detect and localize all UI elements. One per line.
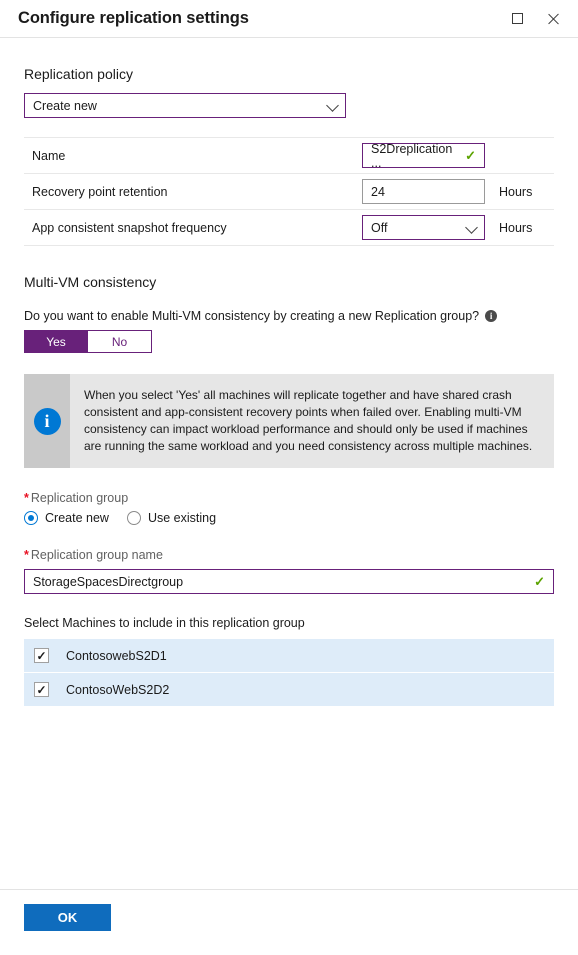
radio-use-existing-indicator	[127, 511, 141, 525]
app-consistent-snapshot-select[interactable]: Off	[362, 215, 485, 240]
check-icon: ✓	[36, 650, 46, 662]
valid-check-icon: ✓	[534, 575, 545, 588]
recovery-point-retention-label: Recovery point retention	[24, 174, 362, 210]
valid-check-icon: ✓	[465, 149, 476, 162]
recovery-point-retention-field-cell: 24	[362, 174, 489, 210]
blade-content: Replication policy Create new Name S2Dre…	[0, 38, 578, 889]
blade-footer: OK	[0, 889, 578, 955]
app-consistent-snapshot-label: App consistent snapshot frequency	[24, 210, 362, 246]
multi-vm-consistency-heading: Multi-VM consistency	[24, 273, 554, 291]
replication-group-name-label: *Replication group name	[24, 548, 554, 562]
radio-create-new-indicator	[24, 511, 38, 525]
radio-create-new-label: Create new	[45, 511, 109, 525]
replication-policy-select[interactable]: Create new	[24, 93, 346, 118]
ok-button[interactable]: OK	[24, 904, 111, 931]
radio-use-existing[interactable]: Use existing	[127, 511, 216, 525]
chevron-down-icon	[326, 99, 339, 112]
replication-policy-value: Create new	[33, 99, 97, 113]
machine-name: ContosoWebS2D2	[66, 683, 169, 697]
list-item[interactable]: ✓ ContosoWebS2D2	[24, 673, 554, 706]
multi-vm-toggle[interactable]: Yes No	[24, 330, 152, 353]
replication-group-label-text: Replication group	[31, 491, 128, 505]
machine-name: ContosowebS2D1	[66, 649, 167, 663]
replication-group-name-input[interactable]: StorageSpacesDirectgroup ✓	[24, 569, 554, 594]
radio-use-existing-label: Use existing	[148, 511, 216, 525]
configure-replication-settings-blade: Configure replication settings Replicati…	[0, 0, 578, 955]
title-bar: Configure replication settings	[0, 0, 578, 38]
info-banner-text: When you select 'Yes' all machines will …	[70, 374, 554, 468]
replication-policy-heading: Replication policy	[24, 65, 554, 83]
list-item[interactable]: ✓ ContosowebS2D1	[24, 639, 554, 673]
required-marker: *	[24, 491, 29, 505]
policy-name-label: Name	[24, 138, 362, 174]
recovery-point-retention-value: 24	[371, 185, 385, 199]
radio-create-new[interactable]: Create new	[24, 511, 109, 525]
close-icon	[546, 12, 560, 26]
app-consistent-snapshot-value: Off	[371, 221, 387, 235]
table-row: App consistent snapshot frequency Off Ho…	[24, 210, 554, 246]
maximize-button[interactable]	[506, 8, 528, 30]
multi-vm-question-text: Do you want to enable Multi-VM consisten…	[24, 309, 479, 323]
machine-checkbox[interactable]: ✓	[34, 648, 49, 663]
check-icon: ✓	[36, 684, 46, 696]
machines-list: ✓ ContosowebS2D1 ✓ ContosoWebS2D2	[24, 639, 554, 706]
policy-name-field-cell: S2Dreplication ... ✓	[362, 138, 489, 174]
app-consistent-snapshot-field-cell: Off	[362, 210, 489, 246]
chevron-down-icon	[465, 221, 478, 234]
window-controls	[506, 8, 564, 30]
policy-name-unit	[489, 138, 554, 174]
replication-group-name-value: StorageSpacesDirectgroup	[33, 575, 183, 589]
table-row: Name S2Dreplication ... ✓	[24, 138, 554, 174]
required-marker: *	[24, 548, 29, 562]
policy-name-value: S2Dreplication ...	[371, 142, 465, 170]
maximize-icon	[512, 13, 523, 24]
replication-group-label: *Replication group	[24, 491, 554, 505]
info-banner: i When you select 'Yes' all machines wil…	[24, 374, 554, 468]
info-banner-icon-panel: i	[24, 374, 70, 468]
multi-vm-question: Do you want to enable Multi-VM consisten…	[24, 309, 554, 323]
multi-vm-toggle-yes[interactable]: Yes	[24, 330, 88, 353]
page-title: Configure replication settings	[18, 9, 506, 28]
multi-vm-toggle-no[interactable]: No	[88, 330, 152, 353]
app-consistent-snapshot-unit: Hours	[489, 210, 554, 246]
replication-group-options: Create new Use existing	[24, 511, 554, 525]
recovery-point-retention-input[interactable]: 24	[362, 179, 485, 204]
info-icon[interactable]: i	[485, 310, 497, 322]
close-button[interactable]	[542, 8, 564, 30]
machines-list-label: Select Machines to include in this repli…	[24, 616, 554, 630]
policy-name-input[interactable]: S2Dreplication ... ✓	[362, 143, 485, 168]
policy-settings-table: Name S2Dreplication ... ✓ Recovery point…	[24, 137, 554, 246]
table-row: Recovery point retention 24 Hours	[24, 174, 554, 210]
recovery-point-retention-unit: Hours	[489, 174, 554, 210]
info-circle-icon: i	[34, 408, 61, 435]
machine-checkbox[interactable]: ✓	[34, 682, 49, 697]
replication-group-name-label-text: Replication group name	[31, 548, 163, 562]
